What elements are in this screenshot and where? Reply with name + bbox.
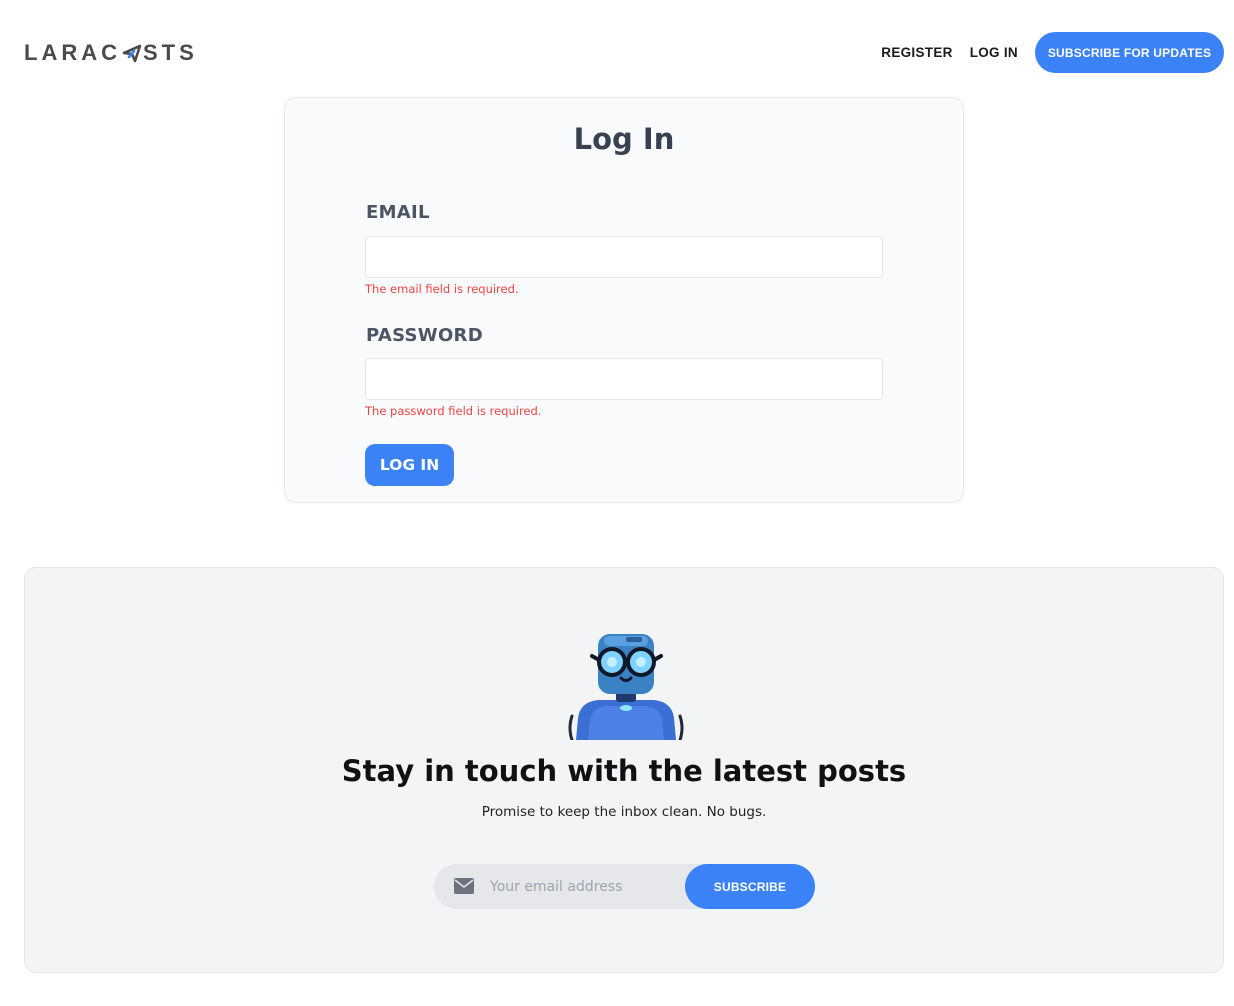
password-input[interactable] bbox=[365, 358, 883, 400]
email-error: The email field is required. bbox=[365, 282, 519, 296]
email-input[interactable] bbox=[365, 236, 883, 278]
nav-login-link[interactable]: LOG IN bbox=[970, 45, 1018, 60]
site-header: LARAC STS REGISTER LOG IN SUBSCRIBE FOR … bbox=[0, 0, 1234, 104]
logo-text-left: LARAC bbox=[24, 40, 121, 65]
newsletter-section: Stay in touch with the latest posts Prom… bbox=[24, 567, 1224, 973]
newsletter-subscribe-button[interactable]: SUBSCRIBE bbox=[685, 864, 815, 909]
newsletter-subtitle: Promise to keep the inbox clean. No bugs… bbox=[481, 804, 767, 820]
password-error: The password field is required. bbox=[365, 404, 542, 418]
logo-plane-icon bbox=[122, 44, 142, 63]
newsletter-form: SUBSCRIBE bbox=[434, 864, 815, 909]
subscribe-for-updates-button[interactable]: SUBSCRIBE FOR UPDATES bbox=[1035, 32, 1224, 73]
login-title: Log In bbox=[573, 122, 675, 156]
mail-icon bbox=[454, 878, 474, 894]
password-label: PASSWORD bbox=[366, 325, 483, 346]
nav-register-link[interactable]: REGISTER bbox=[881, 45, 952, 60]
robot-mascot-icon bbox=[568, 634, 684, 740]
newsletter-email-input[interactable] bbox=[478, 864, 684, 909]
logo-text-right: STS bbox=[143, 40, 198, 65]
email-label: EMAIL bbox=[366, 202, 430, 223]
login-form: Log In EMAIL The email field is required… bbox=[284, 97, 964, 503]
main-nav: REGISTER LOG IN SUBSCRIBE FOR UPDATES bbox=[881, 32, 1224, 73]
login-submit-button[interactable]: LOG IN bbox=[365, 444, 454, 486]
logo[interactable]: LARAC STS bbox=[24, 40, 198, 66]
newsletter-title: Stay in touch with the latest posts bbox=[341, 754, 907, 788]
